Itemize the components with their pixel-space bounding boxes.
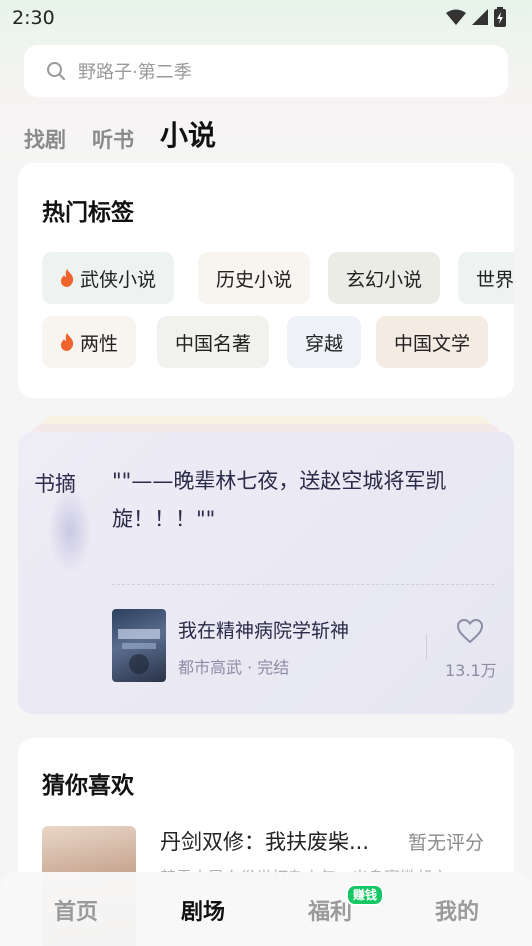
tag-chip-fantasy[interactable]: 玄幻小说: [328, 252, 441, 304]
battery-icon: [494, 7, 506, 27]
status-time: 2:30: [12, 7, 55, 29]
hot-tags-card: 热门标签 武侠小说 历史小说 玄幻小说 世界 两性 中国名著 穿越 中国文学: [18, 163, 514, 398]
recommend-title: 猜你喜欢: [42, 773, 134, 799]
search-icon: [47, 62, 65, 80]
tag-chip-history[interactable]: 历史小说: [198, 252, 311, 304]
tag-label: 穿越: [305, 332, 344, 355]
tag-label: 中国文学: [394, 332, 471, 355]
search-placeholder: 野路子·第二季: [78, 62, 192, 83]
nav-mine[interactable]: 我的: [417, 894, 497, 926]
bottom-nav: 首页 剧场 福利 我的: [0, 872, 532, 946]
tag-chip-world[interactable]: 世界: [458, 252, 514, 304]
tab-audiobook[interactable]: 听书: [92, 124, 134, 154]
excerpt-card[interactable]: 书摘 ""——晚辈林七夜，送赵空城将军凯旋！！！"" 我在精神病院学斩神 都市高…: [18, 432, 514, 714]
tab-find-drama[interactable]: 找剧: [24, 124, 66, 154]
tag-label: 世界: [476, 268, 514, 291]
tag-chip-classics[interactable]: 中国名著: [157, 316, 270, 368]
heart-icon[interactable]: [456, 618, 484, 644]
tag-label: 武侠小说: [80, 268, 157, 291]
tag-label: 玄幻小说: [346, 268, 423, 291]
nav-theater[interactable]: 剧场: [163, 894, 243, 926]
book-meta: 都市高武 · 完结: [178, 658, 290, 677]
nav-home[interactable]: 首页: [36, 894, 116, 926]
signal-icon: [472, 9, 488, 25]
search-bar[interactable]: 野路子·第二季: [24, 45, 508, 97]
top-tabs: 找剧 听书 小说: [24, 114, 216, 154]
tag-label: 历史小说: [216, 268, 293, 291]
tag-chip-gender[interactable]: 两性: [42, 316, 137, 368]
book-title[interactable]: 我在精神病院学斩神: [178, 616, 349, 643]
fire-icon: [60, 333, 74, 351]
hot-tags-title: 热门标签: [42, 200, 134, 226]
tag-chip-chinese-literature[interactable]: 中国文学: [376, 316, 489, 368]
like-count: 13.1万: [445, 661, 497, 680]
divider: [112, 584, 494, 585]
fire-icon: [60, 269, 74, 287]
tag-chip-time-travel[interactable]: 穿越: [287, 316, 362, 368]
status-icons: [446, 7, 506, 27]
earn-badge: 赚钱: [346, 884, 385, 906]
tag-chip-wuxia[interactable]: 武侠小说: [42, 252, 175, 304]
book-rating: 暂无评分: [408, 832, 485, 854]
tag-label: 两性: [80, 332, 119, 355]
tab-novel[interactable]: 小说: [160, 114, 216, 154]
decorative-brush: [48, 488, 92, 574]
wifi-icon: [446, 9, 466, 25]
book-cover[interactable]: [112, 609, 166, 682]
book-title[interactable]: 丹剑双修：我扶废柴...: [160, 826, 369, 856]
status-bar: 2:30: [0, 0, 532, 40]
excerpt-label: 书摘: [34, 472, 76, 496]
excerpt-text: ""——晚辈林七夜，送赵空城将军凯旋！！！"": [112, 469, 447, 531]
divider: [426, 634, 427, 660]
tag-label: 中国名著: [175, 332, 252, 355]
